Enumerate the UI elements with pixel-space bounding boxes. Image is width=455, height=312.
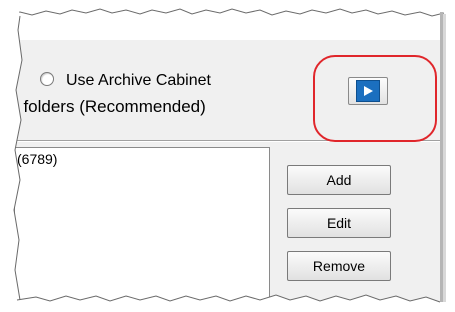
torn-edge-overlay <box>0 0 455 312</box>
screenshot-frame: Use Archive Cabinet t folders (Recommend… <box>0 0 455 312</box>
